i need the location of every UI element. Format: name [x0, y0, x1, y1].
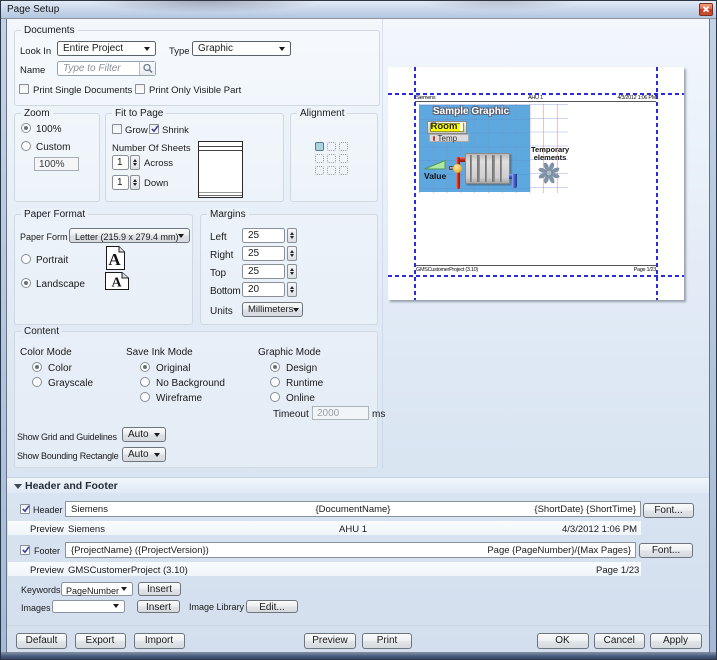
svg-text:A: A — [111, 276, 122, 291]
svg-text:A: A — [108, 250, 121, 269]
